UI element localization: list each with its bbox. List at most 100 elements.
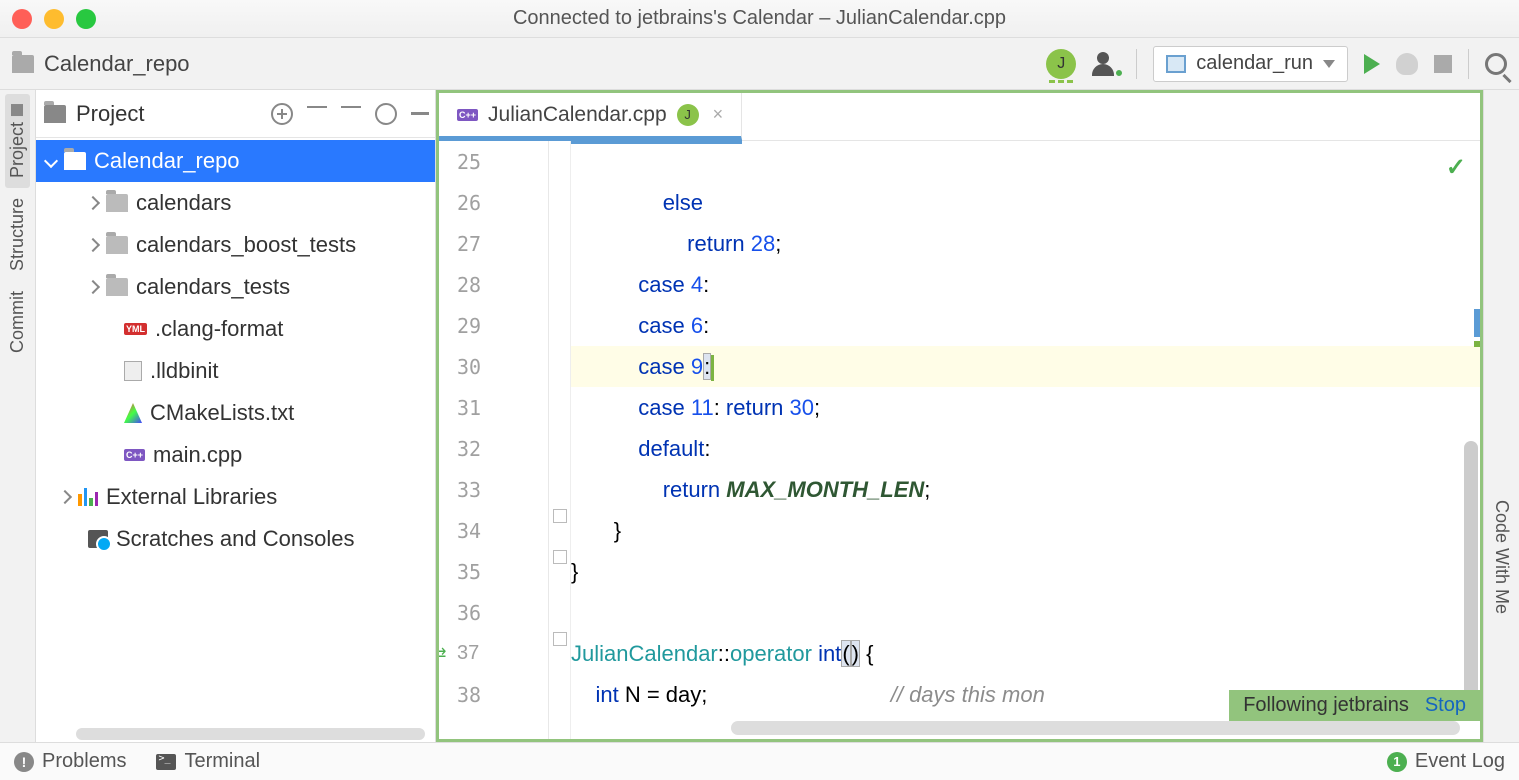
vertical-scrollbar[interactable] [1464,441,1478,721]
folder-icon [12,55,34,73]
select-opened-file-icon[interactable] [271,103,293,125]
cmake-icon [124,403,142,423]
following-text: Following jetbrains [1243,694,1409,717]
project-tree[interactable]: Calendar_repo calendars calendars_boost_… [36,138,435,722]
tree-label: Calendar_repo [94,148,240,174]
close-window-button[interactable] [12,9,32,29]
user-avatar[interactable]: J [1046,49,1076,79]
tree-scrollbar[interactable] [76,728,425,740]
code-area[interactable]: else return 28; case 4: case 6: case 9: … [571,141,1480,739]
scratches-icon [88,530,108,548]
tree-label: main.cpp [153,442,242,468]
gutter-linenumbers: 25 26 27 28 29 30 31 32 33 34 35 36 ⇄37 … [439,141,549,739]
project-name: Calendar_repo [44,51,190,77]
run-config-label: calendar_run [1196,52,1313,75]
hide-panel-icon[interactable] [411,112,429,115]
main-area: Project Structure Commit Project Calenda… [0,90,1519,742]
fold-column[interactable] [549,141,571,739]
chevron-right-icon[interactable] [86,238,100,252]
tree-root[interactable]: Calendar_repo [36,140,435,182]
tree-label: .clang-format [155,316,283,342]
scroll-marker [1474,341,1480,347]
problems-icon: ! [14,752,34,772]
window-title: Connected to jetbrains's Calendar – Juli… [513,7,1006,30]
tree-label: Scratches and Consoles [116,526,354,552]
main-toolbar: Calendar_repo J calendar_run [0,38,1519,90]
tree-file-lldbinit[interactable]: .lldbinit [36,350,435,392]
terminal-tool-button[interactable]: Terminal [156,750,260,773]
tree-folder-boost-tests[interactable]: calendars_boost_tests [36,224,435,266]
zoom-window-button[interactable] [76,9,96,29]
event-log-label: Event Log [1415,750,1505,773]
tree-file-clang-format[interactable]: YML .clang-format [36,308,435,350]
horizontal-scrollbar[interactable] [731,721,1460,735]
code-line: case 4: [571,264,1480,305]
editor-tabs: C++ JulianCalendar.cpp J × [439,93,1480,141]
run-config-selector[interactable]: calendar_run [1153,46,1348,82]
code-line: JulianCalendar::operator int() { [571,633,1480,674]
chevron-down-icon[interactable] [44,154,58,168]
tree-external-libraries[interactable]: External Libraries [36,476,435,518]
event-log-button[interactable]: 1 Event Log [1387,750,1505,773]
add-user-icon[interactable] [1092,52,1120,76]
fold-handle-icon[interactable] [553,509,567,523]
code-with-me-tab[interactable]: Code With Me [1489,490,1514,624]
traffic-lights [12,9,96,29]
inspection-ok-icon[interactable]: ✓ [1446,147,1466,188]
tree-label: CMakeLists.txt [150,400,294,426]
terminal-label: Terminal [184,750,260,773]
collapse-all-icon[interactable] [341,106,361,122]
commit-tool-tab[interactable]: Commit [5,281,30,363]
fold-handle-icon[interactable] [553,632,567,646]
event-count-badge: 1 [1387,752,1407,772]
tree-label: External Libraries [106,484,277,510]
text-file-icon [124,361,142,381]
toolbar-right: J calendar_run [1046,46,1507,82]
project-panel-header: Project [36,90,435,138]
tree-scratches[interactable]: Scratches and Consoles [36,518,435,560]
diff-marker-icon: ⇄ [439,644,446,664]
folder-icon [64,152,86,170]
separator [1468,49,1469,79]
expand-all-icon[interactable] [307,106,327,122]
tree-folder-tests[interactable]: calendars_tests [36,266,435,308]
scroll-marker [1474,309,1480,337]
run-config-icon [1166,55,1186,73]
status-bar: ! Problems Terminal 1 Event Log [0,742,1519,780]
settings-icon[interactable] [375,103,397,125]
code-line [571,592,1480,633]
editor-tab[interactable]: C++ JulianCalendar.cpp J × [439,93,742,140]
code-line: case 11: return 30; [571,387,1480,428]
tree-file-main-cpp[interactable]: C++ main.cpp [36,434,435,476]
stop-following-link[interactable]: Stop [1425,694,1466,717]
chevron-right-icon[interactable] [86,280,100,294]
folder-icon [44,105,66,123]
close-tab-button[interactable]: × [709,104,728,125]
code-line: else [571,182,1480,223]
separator [1136,49,1137,79]
chevron-right-icon[interactable] [86,196,100,210]
editor-body[interactable]: 25 26 27 28 29 30 31 32 33 34 35 36 ⇄37 … [439,141,1480,739]
debug-button[interactable] [1396,53,1418,75]
code-line: return 28; [571,223,1480,264]
problems-tool-button[interactable]: ! Problems [14,750,126,773]
tree-folder-calendars[interactable]: calendars [36,182,435,224]
chevron-right-icon[interactable] [58,490,72,504]
tab-filename: JulianCalendar.cpp [488,103,667,127]
stop-button[interactable] [1434,55,1452,73]
tree-file-cmakelists[interactable]: CMakeLists.txt [36,392,435,434]
fold-handle-icon[interactable] [553,550,567,564]
code-line: return MAX_MONTH_LEN; [571,469,1480,510]
code-line-active: case 9: [571,346,1480,387]
tree-label: .lldbinit [150,358,218,384]
project-tool-tab[interactable]: Project [5,94,30,188]
code-line: case 6: [571,305,1480,346]
minimize-window-button[interactable] [44,9,64,29]
code-line [571,141,1480,182]
search-button[interactable] [1485,53,1507,75]
structure-tool-tab[interactable]: Structure [5,188,30,281]
project-panel-title: Project [76,101,144,127]
breadcrumb[interactable]: Calendar_repo [12,51,190,77]
run-button[interactable] [1364,54,1380,74]
tree-label: calendars_boost_tests [136,232,356,258]
